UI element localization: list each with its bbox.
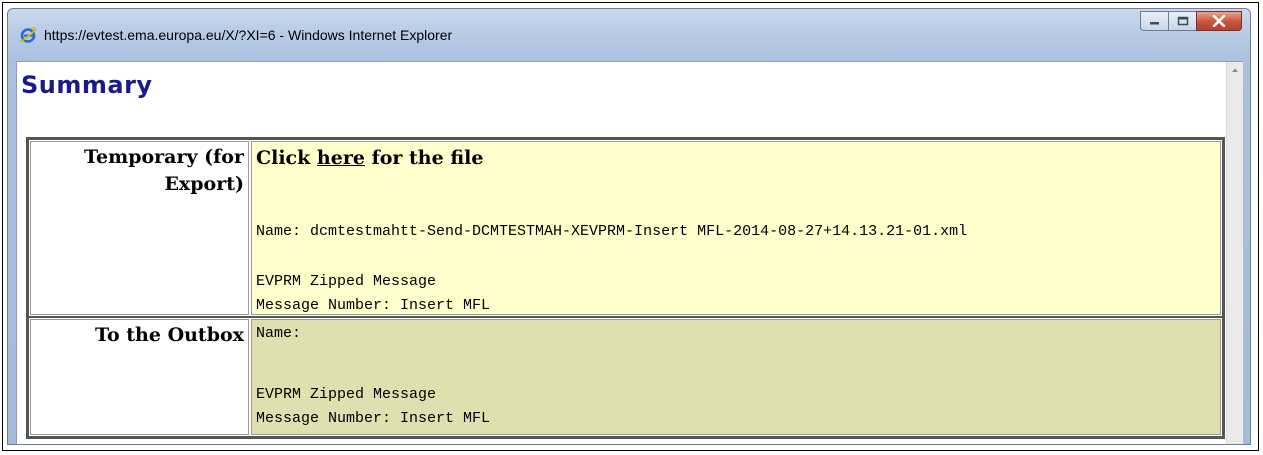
- chevron-up-icon: [1232, 68, 1238, 72]
- outbox-message-number: Message Number: Insert MFL: [256, 410, 491, 427]
- page-viewport: Summary Temporary (for Export) Click her…: [16, 61, 1243, 444]
- internet-explorer-icon: [19, 26, 37, 44]
- click-prefix: Click: [256, 147, 311, 169]
- row-value-outbox: Name: EVPRM Zipped Message Message Numbe…: [251, 319, 1221, 435]
- window-title: https://evtest.ema.europa.eu/X/?XI=6 - W…: [44, 27, 453, 43]
- row-label-temporary-export: Temporary (for Export): [30, 141, 249, 315]
- message-type: EVPRM Zipped Message: [256, 273, 437, 290]
- close-icon: [1212, 15, 1226, 27]
- scroll-up-button[interactable]: [1227, 62, 1243, 79]
- outbox-file-name: Name:: [256, 325, 302, 342]
- maximize-icon: [1177, 16, 1188, 26]
- table-row-temporary-export: Temporary (for Export) Click here for th…: [29, 140, 1222, 316]
- message-number: Message Number: Insert MFL: [256, 297, 491, 314]
- file-link-line: Click here for the file: [256, 147, 483, 169]
- title-bar[interactable]: https://evtest.ema.europa.eu/X/?XI=6 - W…: [8, 9, 1250, 61]
- click-suffix: for the file: [371, 147, 484, 169]
- window-controls: [1140, 11, 1242, 31]
- page-title: Summary: [21, 71, 153, 99]
- here-link[interactable]: here: [317, 147, 365, 169]
- minimize-button[interactable]: [1140, 11, 1168, 31]
- maximize-button[interactable]: [1168, 11, 1196, 31]
- file-name: Name: dcmtestmahtt-Send-DCMTESTMAH-XEVPR…: [256, 223, 968, 240]
- vertical-scrollbar[interactable]: [1226, 62, 1243, 444]
- table-row-outbox: To the Outbox Name: EVPRM Zipped Message…: [29, 318, 1222, 436]
- page-content: Summary Temporary (for Export) Click her…: [17, 62, 1226, 444]
- browser-window: https://evtest.ema.europa.eu/X/?XI=6 - W…: [7, 8, 1251, 445]
- row-value-temporary-export: Click here for the file Name: dcmtestmah…: [251, 141, 1221, 315]
- summary-table: Temporary (for Export) Click here for th…: [26, 137, 1225, 439]
- minimize-icon: [1149, 22, 1159, 25]
- outbox-message-type: EVPRM Zipped Message: [256, 386, 437, 403]
- close-button[interactable]: [1196, 11, 1242, 31]
- row-label-outbox: To the Outbox: [30, 319, 249, 435]
